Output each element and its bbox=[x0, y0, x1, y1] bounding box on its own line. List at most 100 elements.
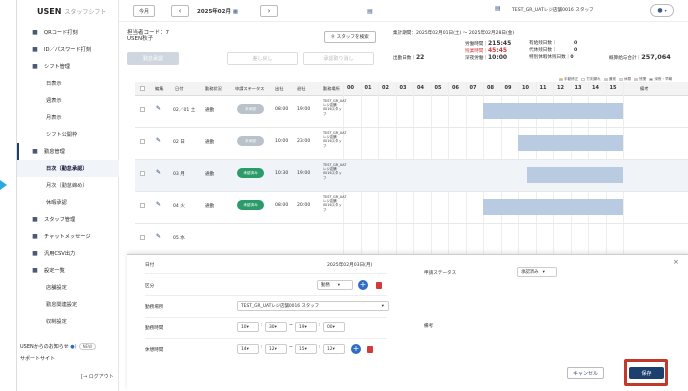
sidebar-item-14[interactable]: ■ 設定一覧 bbox=[17, 262, 119, 279]
sidebar-item-2[interactable]: ■ シフト管理 bbox=[17, 58, 119, 75]
trash-icon[interactable] bbox=[367, 346, 373, 353]
sidebar-item-16[interactable]: 勤怠関連設定 bbox=[17, 296, 119, 313]
sidebar-item-11[interactable]: ■ スタッフ管理 bbox=[17, 211, 119, 228]
hour-header: 09 bbox=[504, 85, 512, 91]
approve-button[interactable]: 勤怠承認 bbox=[127, 52, 179, 65]
edit-pencil-icon[interactable]: ✎ bbox=[156, 137, 161, 144]
close-icon[interactable]: × bbox=[673, 258, 679, 266]
cancel-approve-button[interactable]: 承認取り消し bbox=[303, 52, 374, 65]
gear-icon: ■ bbox=[32, 267, 38, 274]
hour-header: 08 bbox=[487, 85, 494, 91]
save-button[interactable]: 保存 bbox=[629, 367, 664, 379]
sidebar-item-7[interactable]: ■ 勤怠管理 bbox=[17, 143, 119, 160]
legend-label: 通常 bbox=[608, 77, 616, 81]
edit-pencil-icon[interactable]: ✎ bbox=[156, 105, 161, 112]
return-button[interactable]: 差し戻し bbox=[227, 52, 298, 65]
sidebar-item-4[interactable]: 週表示 bbox=[17, 92, 119, 109]
kubun-select[interactable]: 勤務 ▾ bbox=[317, 280, 353, 290]
row-checkbox[interactable] bbox=[140, 171, 145, 176]
rest-end-hour-value: 15 bbox=[299, 346, 305, 352]
sidebar-item-label: 店舗設定 bbox=[46, 285, 67, 291]
logout-button[interactable]: [→ ログアウト bbox=[81, 373, 114, 380]
sidebar-item-17[interactable]: 収制設定 bbox=[17, 313, 119, 330]
staff-search-button[interactable]: ⚲ スタッフを検索 bbox=[324, 31, 376, 43]
status-badge: 未承認 bbox=[237, 136, 264, 146]
time-start-min[interactable]: 30 ▾ bbox=[265, 322, 287, 332]
table-row[interactable]: ✎ 02 日 通勤 未承認 10:00 23:00 TEST_GR_UATレジ店舗0016ス… bbox=[135, 128, 688, 160]
hour-header: 12 bbox=[557, 85, 564, 91]
time-end-min[interactable]: 00 ▾ bbox=[323, 322, 345, 332]
legend-swatch bbox=[634, 77, 639, 81]
rest-start-hour[interactable]: 14 ▾ bbox=[237, 344, 259, 354]
row-checkbox[interactable] bbox=[140, 235, 145, 240]
table-row[interactable]: ✎ 03 月 通勤 承認済み 10:30 19:00 TEST_GR_UATレジ店舗0016… bbox=[135, 160, 688, 192]
next-month-button[interactable]: › bbox=[260, 5, 278, 17]
shop-name: TEST_GR_UATレジ店舗0016 スタッフ bbox=[512, 8, 594, 13]
shift-bar[interactable] bbox=[526, 167, 623, 183]
shift-bar[interactable] bbox=[518, 135, 623, 151]
rest-end-hour[interactable]: 15 ▾ bbox=[295, 344, 317, 354]
edit-pencil-icon[interactable]: ✎ bbox=[156, 201, 161, 208]
status-select[interactable]: 承認済み ▾ bbox=[517, 267, 557, 277]
special-value: 0 bbox=[570, 55, 574, 60]
time-end-min-value: 00 bbox=[327, 324, 333, 330]
table-row[interactable]: ✎ 05 水 bbox=[135, 224, 688, 256]
shift-bar[interactable] bbox=[483, 103, 623, 119]
user-key-icon: ■ bbox=[32, 46, 38, 53]
add-rest-icon[interactable]: + bbox=[351, 344, 361, 354]
memo-input[interactable] bbox=[527, 315, 667, 345]
over-time-value: 45:45 bbox=[488, 47, 508, 54]
add-icon[interactable]: + bbox=[358, 280, 368, 290]
prev-month-button[interactable]: ‹ bbox=[171, 5, 189, 17]
grid-header-cell: 退社 bbox=[297, 86, 306, 91]
sidebar-item-12[interactable]: ■ チャットメッセージ bbox=[17, 228, 119, 245]
sidebar-item-label: シフト管理 bbox=[44, 64, 70, 70]
shift-bar[interactable] bbox=[483, 199, 623, 215]
memo-header: 備考 bbox=[640, 86, 649, 91]
user-menu-button[interactable]: ● ▾ bbox=[650, 4, 674, 17]
this-month-button[interactable]: 今月 bbox=[133, 5, 155, 17]
time-start-hour[interactable]: 10 ▾ bbox=[237, 322, 259, 332]
app-window: USEN スタッフシフト ■ QRコード打刻 ■ ID／パスワード打刻 ■ シフト管理 日表示… bbox=[16, 0, 688, 391]
sidebar-item-5[interactable]: 月表示 bbox=[17, 109, 119, 126]
sidebar-item-13[interactable]: ■ 汎用CSV出力 bbox=[17, 245, 119, 262]
message-icon[interactable]: ▤ bbox=[495, 5, 507, 17]
edit-pencil-icon[interactable]: ✎ bbox=[156, 169, 161, 176]
sidebar-item-8[interactable]: 日次（勤怠承認） bbox=[17, 160, 119, 177]
sidebar-item-6[interactable]: シフト公開枠 bbox=[17, 126, 119, 143]
sidebar-item-10[interactable]: 休暇承認 bbox=[17, 194, 119, 211]
rest-end-min[interactable]: 12 ▾ bbox=[323, 344, 345, 354]
cancel-button[interactable]: キャンセル bbox=[567, 367, 604, 379]
sidebar-item-3[interactable]: 日表示 bbox=[17, 75, 119, 92]
row-checkbox[interactable] bbox=[140, 107, 145, 112]
trash-icon[interactable] bbox=[376, 282, 382, 289]
sidebar-item-1[interactable]: ■ ID／パスワード打刻 bbox=[17, 41, 119, 58]
month-label[interactable]: 2025年02月 ▦ bbox=[197, 7, 238, 15]
table-row[interactable]: ✎ 04 火 通勤 承認済み 08:00 20:00 TEST_GR_UATレジ店舗0016… bbox=[135, 192, 688, 224]
edit-pencil-icon[interactable]: ✎ bbox=[156, 233, 161, 240]
sidebar-item-9[interactable]: 月次（勤怠締め） bbox=[17, 177, 119, 194]
place-select[interactable]: TEST_GR_UATレジ店舗0016 スタッフ ▾ bbox=[237, 301, 389, 311]
legend-swatch bbox=[559, 77, 563, 81]
days-label: 出勤日数 bbox=[393, 56, 412, 61]
time-end-hour[interactable]: 19 ▾ bbox=[295, 322, 317, 332]
hour-header: 06 bbox=[452, 85, 459, 91]
row-location: TEST_GR_UATレジ店舗0016スタッフ bbox=[323, 195, 347, 212]
rest-start-min[interactable]: 12 ▾ bbox=[265, 344, 287, 354]
notice-link[interactable]: USENからのお知らせ ●) NEW bbox=[20, 343, 97, 350]
select-all-checkbox[interactable] bbox=[140, 86, 145, 91]
row-checkbox[interactable] bbox=[140, 139, 145, 144]
sub-value: 0 bbox=[574, 48, 578, 53]
hour-header: 07 bbox=[469, 85, 477, 91]
row-kind: 通勤 bbox=[205, 204, 215, 209]
legend-label: 深夜・早朝 bbox=[654, 77, 673, 81]
rest-start-hour-value: 14 bbox=[241, 346, 247, 352]
support-link[interactable]: サポートサイト bbox=[20, 355, 55, 362]
status-label: 申請ステータス bbox=[424, 271, 457, 276]
table-row[interactable]: ✎ 02／01 土 通勤 未承認 08:00 19:00 TEST_GR_UATレジ店舗00… bbox=[135, 96, 688, 128]
sidebar-item-15[interactable]: 店舗設定 bbox=[17, 279, 119, 296]
row-checkbox[interactable] bbox=[140, 203, 145, 208]
employee-info: 担当者コード：7 USEN秋子 bbox=[127, 30, 169, 42]
chat-icon[interactable]: ▤ bbox=[363, 5, 377, 17]
sidebar-item-0[interactable]: ■ QRコード打刻 bbox=[17, 24, 119, 41]
